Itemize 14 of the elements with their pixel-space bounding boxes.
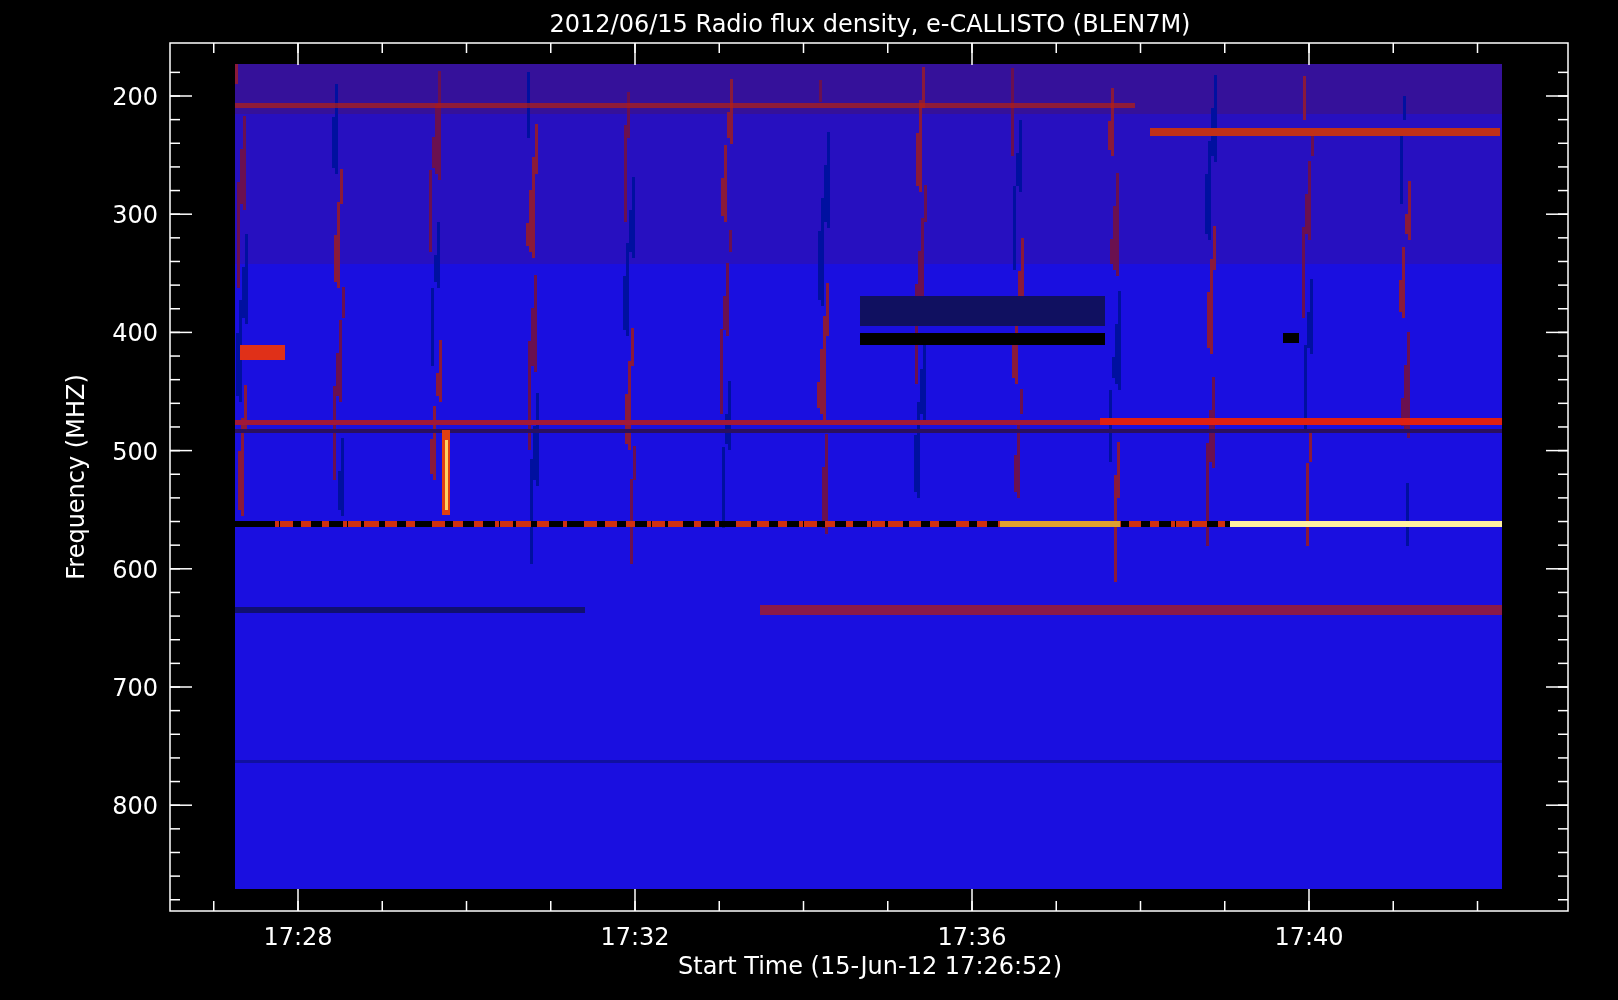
y-tick-label: 600 bbox=[112, 555, 158, 584]
x-axis-label: Start Time (15-Jun-12 17:26:52) bbox=[678, 952, 1062, 980]
y-tick-label: 400 bbox=[112, 319, 158, 348]
y-tick-label: 500 bbox=[112, 437, 158, 466]
x-tick-label: 17:32 bbox=[600, 923, 670, 951]
y-tick-label: 700 bbox=[112, 674, 158, 702]
chart-title: 2012/06/15 Radio flux density, e-CALLISTO (BLEN7M) bbox=[549, 10, 1191, 38]
y-tick-label: 300 bbox=[112, 201, 158, 230]
y-axis-label: Frequency (MHZ) bbox=[62, 374, 90, 580]
x-tick-label: 17:36 bbox=[937, 923, 1007, 951]
y-tick-label: 800 bbox=[112, 792, 158, 821]
x-tick-label: 17:40 bbox=[1274, 923, 1344, 951]
y-tick-label: 200 bbox=[112, 83, 158, 111]
x-tick-label: 17:28 bbox=[263, 923, 333, 951]
